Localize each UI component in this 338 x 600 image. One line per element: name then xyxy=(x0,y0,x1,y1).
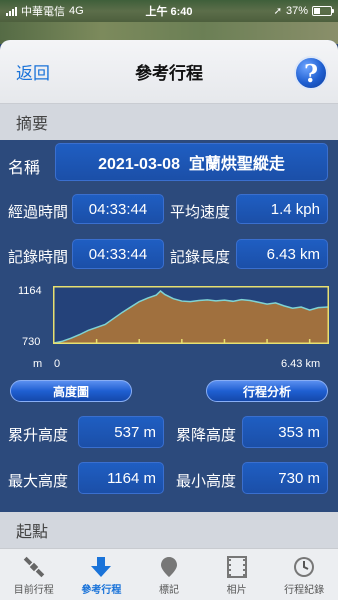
status-bar: 中華電信 4G 上午 6:40 ➚ 37% xyxy=(0,0,338,22)
summary-header: 摘要 xyxy=(0,104,338,140)
status-time: 上午 6:40 xyxy=(145,6,193,18)
distance-label: 記錄長度 xyxy=(170,249,231,266)
tab-photos[interactable]: 相片 xyxy=(203,549,271,600)
map-pin-icon xyxy=(160,557,177,577)
tab-reference-trip[interactable]: 參考行程 xyxy=(68,549,136,600)
ascent-value: 537 m xyxy=(78,416,164,448)
descent-value: 353 m xyxy=(242,416,328,448)
elevation-chart[interactable] xyxy=(53,286,329,344)
ascent-label: 累升高度 xyxy=(8,427,69,444)
tab-label: 標記 xyxy=(158,585,179,596)
elapsed-label: 經過時間 xyxy=(8,204,69,221)
clock-icon xyxy=(294,557,315,577)
battery-icon xyxy=(312,6,334,16)
name-text: 2021-03-08 宜蘭烘聖縱走 xyxy=(98,156,285,173)
elevation-chart-button[interactable]: 高度圖 xyxy=(10,380,132,402)
name-value: 2021-03-08 宜蘭烘聖縱走 xyxy=(55,143,328,181)
signal-icon xyxy=(6,6,17,16)
nav-bar: 返回 參考行程 ? xyxy=(0,40,338,104)
recorded-time-value: 04:33:44 xyxy=(72,239,164,269)
carrier-label: 中華電信 xyxy=(21,6,65,18)
tab-bar: 目前行程 參考行程 標記 相片 行程紀錄 xyxy=(0,548,338,600)
tab-current-trip[interactable]: 目前行程 xyxy=(0,549,68,600)
distance-value: 6.43 km xyxy=(236,239,328,269)
elevation-chart-button-label: 高度圖 xyxy=(52,384,89,399)
name-label: 名稱 xyxy=(8,160,41,177)
start-header: 起點 xyxy=(0,512,338,548)
recorded-time-label: 記錄時間 xyxy=(8,249,69,266)
tab-markers[interactable]: 標記 xyxy=(135,549,203,600)
download-arrow-icon xyxy=(91,557,112,577)
trip-sheet: 返回 參考行程 ? 摘要 名稱 2021-03-08 宜蘭烘聖縱走 經過時間 0… xyxy=(0,40,338,548)
tab-label: 行程紀錄 xyxy=(284,585,325,596)
location-icon: ➚ xyxy=(273,5,282,17)
tab-label: 相片 xyxy=(226,585,247,596)
x-unit-label: m xyxy=(33,358,43,370)
recorded-time-text: 04:33:44 xyxy=(88,245,148,263)
page-title: 參考行程 xyxy=(135,64,203,83)
distance-text: 6.43 km xyxy=(266,245,320,263)
tab-trip-log[interactable]: 行程紀錄 xyxy=(270,549,338,600)
summary-panel: 名稱 2021-03-08 宜蘭烘聖縱走 經過時間 04:33:44 平均速度 … xyxy=(0,140,338,512)
trip-analysis-button[interactable]: 行程分析 xyxy=(206,380,328,402)
max-altitude-label: 最大高度 xyxy=(8,473,69,490)
descent-text: 353 m xyxy=(278,423,320,441)
x-start-label: 0 xyxy=(54,358,61,370)
avg-speed-text: 1.4 kph xyxy=(270,200,320,218)
y-min-label: 730 xyxy=(22,336,41,348)
x-end-label: 6.43 km xyxy=(281,358,321,370)
min-altitude-value: 730 m xyxy=(242,462,328,494)
battery-percent: 37% xyxy=(285,5,308,17)
help-icon: ? xyxy=(303,58,319,88)
network-label: 4G xyxy=(69,5,84,17)
y-max-label: 1164 xyxy=(18,285,42,297)
max-altitude-value: 1164 m xyxy=(78,462,164,494)
help-button[interactable]: ? xyxy=(294,56,328,90)
film-icon xyxy=(226,556,247,578)
avg-speed-value: 1.4 kph xyxy=(236,194,328,224)
ascent-text: 537 m xyxy=(114,423,156,441)
descent-label: 累降高度 xyxy=(176,427,237,444)
max-altitude-text: 1164 m xyxy=(107,469,156,487)
min-altitude-text: 730 m xyxy=(278,469,320,487)
avg-speed-label: 平均速度 xyxy=(170,204,231,221)
trip-analysis-button-label: 行程分析 xyxy=(242,384,291,399)
tab-label: 參考行程 xyxy=(81,585,122,596)
min-altitude-label: 最小高度 xyxy=(176,473,237,490)
elapsed-value: 04:33:44 xyxy=(72,194,164,224)
back-button[interactable]: 返回 xyxy=(16,59,50,84)
elapsed-text: 04:33:44 xyxy=(88,200,148,218)
tab-label: 目前行程 xyxy=(13,585,54,596)
satellite-icon xyxy=(23,556,45,578)
